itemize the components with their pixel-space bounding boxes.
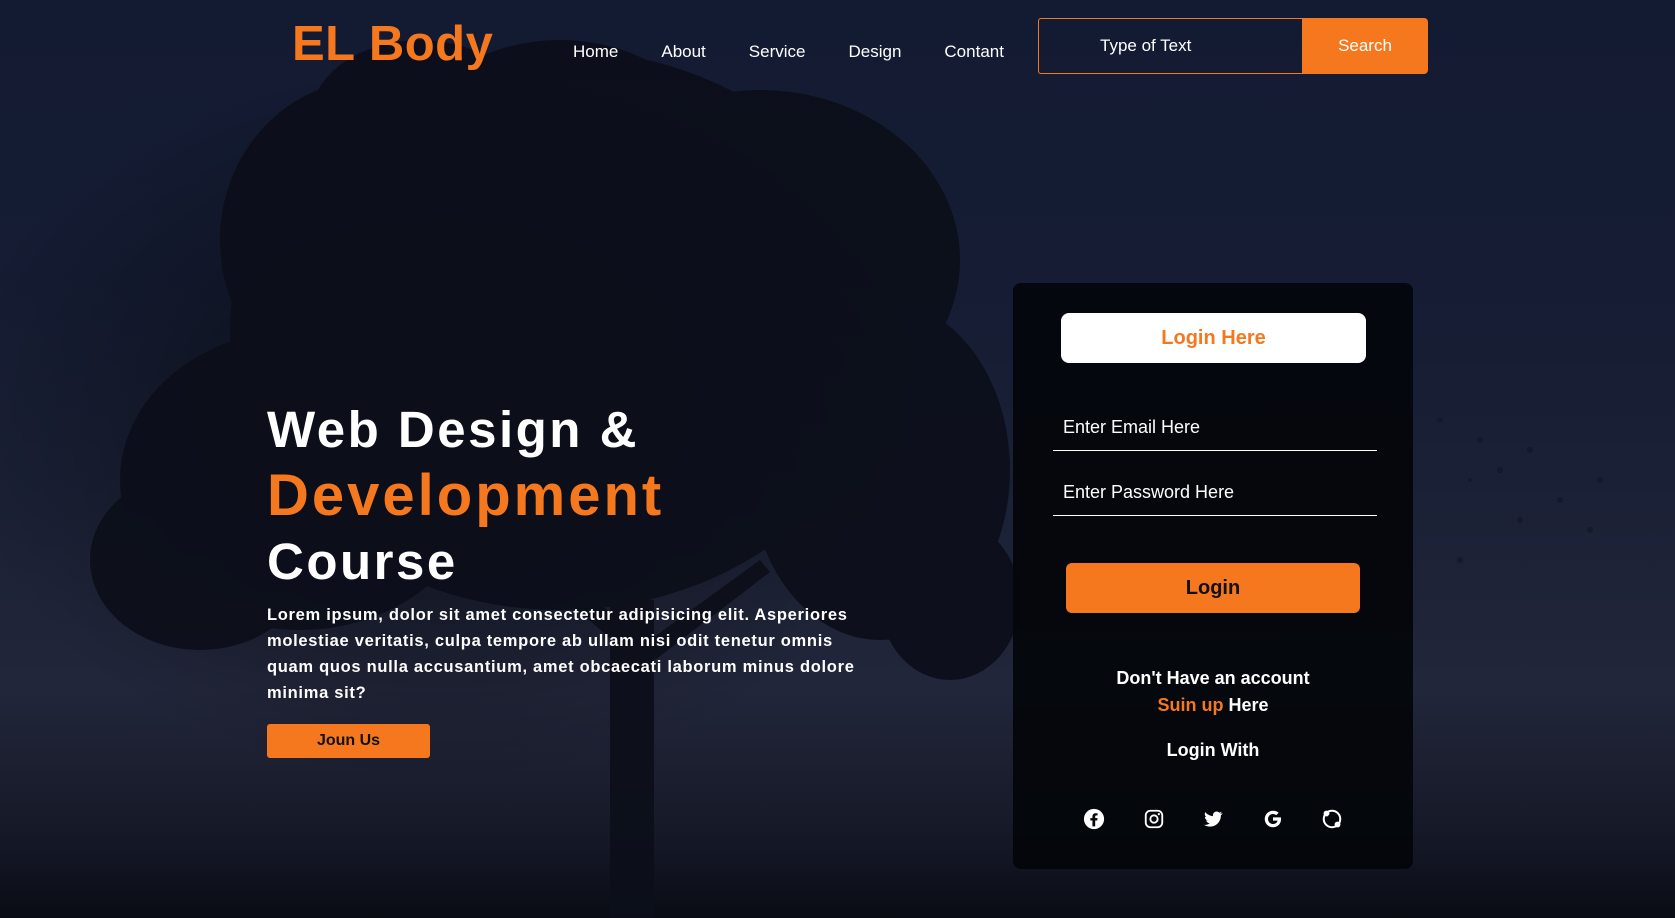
hero-title: Web Design & Development Course [267, 398, 877, 594]
login-card: Login Here Login Don't Have an account S… [1013, 283, 1413, 869]
signup-prompt: Don't Have an account Suin up Here [1013, 665, 1413, 719]
social-login-list [1083, 808, 1343, 830]
hero-title-line-1: Web Design & [267, 401, 639, 458]
skype-icon[interactable] [1321, 808, 1343, 830]
hero-description: Lorem ipsum, dolor sit amet consectetur … [267, 606, 855, 702]
email-field[interactable] [1053, 405, 1377, 451]
site-logo[interactable]: EL Body [292, 16, 493, 72]
signup-suffix: Here [1223, 695, 1269, 715]
join-us-button[interactable]: Joun Us [267, 724, 430, 758]
signup-link[interactable]: Suin up [1157, 695, 1223, 715]
nav-service[interactable]: Service [749, 42, 806, 62]
search-bar: Search [1038, 18, 1428, 74]
login-title: Login Here [1061, 313, 1366, 363]
login-button[interactable]: Login [1066, 563, 1360, 613]
nav-home[interactable]: Home [573, 42, 618, 62]
facebook-icon[interactable] [1083, 808, 1105, 830]
hero-section: Web Design & Development Course Lorem ip… [267, 398, 877, 758]
nav-about[interactable]: About [661, 42, 705, 62]
search-button[interactable]: Search [1302, 18, 1428, 74]
search-input[interactable] [1038, 18, 1302, 74]
nav-contant[interactable]: Contant [944, 42, 1004, 62]
signup-line: Suin up Here [1013, 692, 1413, 719]
no-account-text: Don't Have an account [1116, 668, 1310, 688]
main-nav: Home About Service Design Contant [573, 42, 1047, 62]
password-field[interactable] [1053, 470, 1377, 516]
hero-title-line-2: Development [267, 463, 665, 528]
instagram-icon[interactable] [1143, 808, 1165, 830]
hero-title-line-3: Course [267, 533, 458, 590]
google-icon[interactable] [1262, 808, 1284, 830]
nav-design[interactable]: Design [848, 42, 901, 62]
login-with-label: Login With [1166, 740, 1260, 760]
twitter-icon[interactable] [1202, 808, 1224, 830]
